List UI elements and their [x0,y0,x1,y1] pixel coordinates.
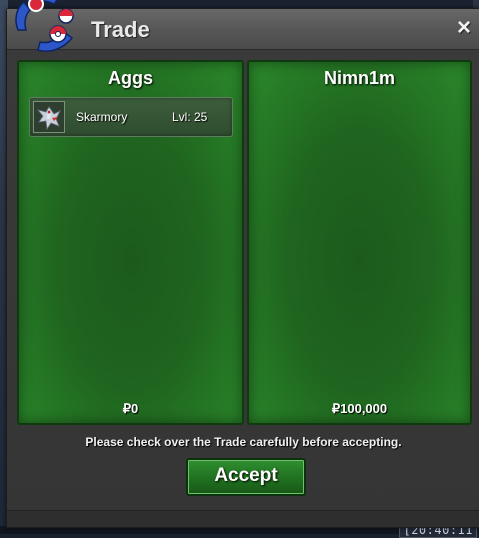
skarmory-sprite-icon [33,101,65,133]
trade-panel-partner: Nimn1m ₽100,000 [247,60,472,425]
trade-panel-self: Aggs Skarmory Lvl: 25 ₽0 [17,60,244,425]
money-offer-partner: ₽100,000 [331,401,388,416]
accept-button[interactable]: Accept [186,458,306,496]
window-title: Trade [91,17,150,42]
pokemon-level: Lvl: 25 [172,110,208,124]
trade-item-slot[interactable]: Skarmory Lvl: 25 [29,97,233,137]
game-logo-icon [15,0,74,52]
close-button[interactable]: × [452,16,476,40]
trade-notice: Please check over the Trade carefully be… [85,435,402,449]
trade-window: Trade × Aggs Skarmory Lvl: 25 ₽0 Nimn1m … [6,8,479,528]
window-footer [7,510,479,527]
player-name-partner: Nimn1m [323,68,395,88]
pokemon-name: Skarmory [76,110,128,124]
money-offer-self: ₽0 [122,401,139,416]
player-name-self: Aggs [108,68,153,88]
